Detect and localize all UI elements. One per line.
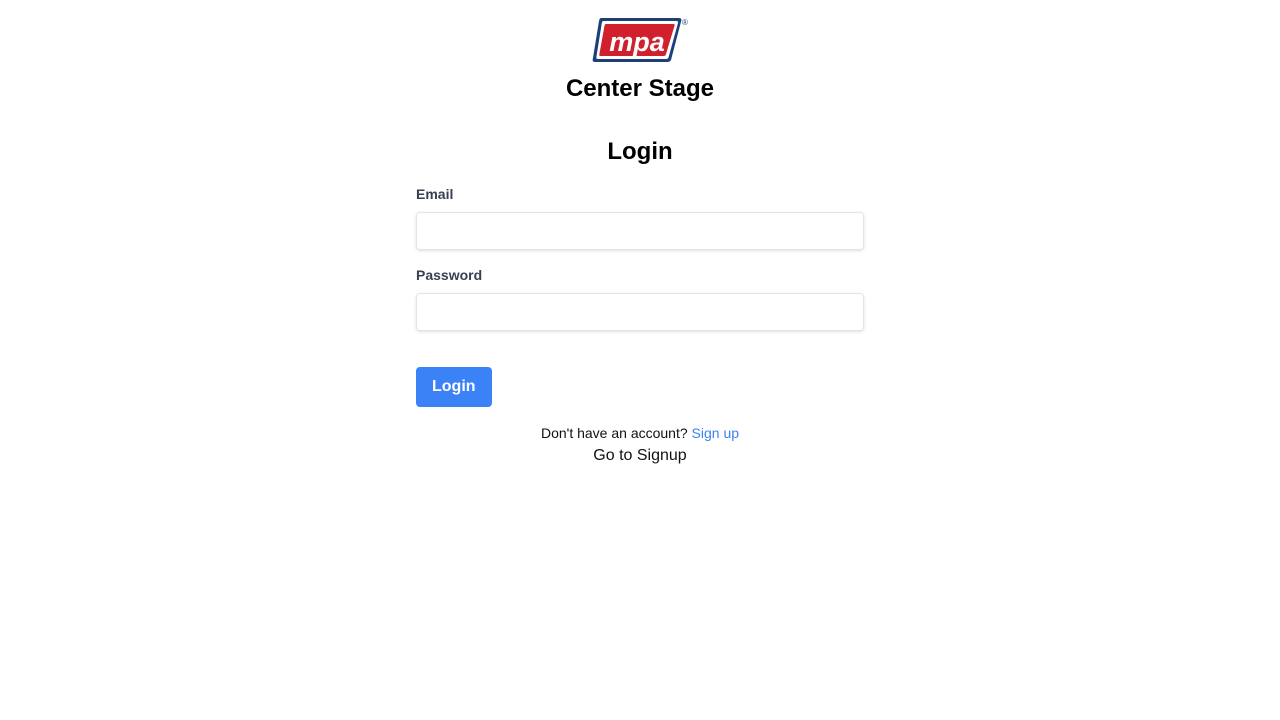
password-input[interactable] bbox=[416, 293, 864, 331]
go-to-signup-link[interactable]: Go to Signup bbox=[416, 446, 864, 466]
email-field-group: Email bbox=[416, 185, 864, 250]
email-label: Email bbox=[416, 186, 454, 202]
signup-link[interactable]: Sign up bbox=[692, 425, 739, 441]
email-input[interactable] bbox=[416, 212, 864, 250]
registered-mark: ® bbox=[682, 18, 688, 27]
login-page: mpa ® Center Stage Login Email Password … bbox=[0, 0, 1280, 720]
password-label: Password bbox=[416, 267, 483, 283]
login-form: Login Email Password Login Don't have an… bbox=[416, 136, 864, 466]
login-button[interactable]: Login bbox=[416, 367, 492, 407]
signup-prompt-line: Don't have an account? Sign up bbox=[416, 424, 864, 442]
signup-prompt-text: Don't have an account? bbox=[540, 425, 692, 441]
app-title: Center Stage bbox=[565, 75, 715, 102]
logo-wordmark: mpa bbox=[609, 27, 665, 57]
password-field-group: Password bbox=[416, 266, 864, 331]
login-heading: Login bbox=[607, 138, 673, 165]
brand-header: mpa ® Center Stage bbox=[0, 16, 1280, 104]
mpa-logo: mpa ® bbox=[592, 18, 688, 62]
